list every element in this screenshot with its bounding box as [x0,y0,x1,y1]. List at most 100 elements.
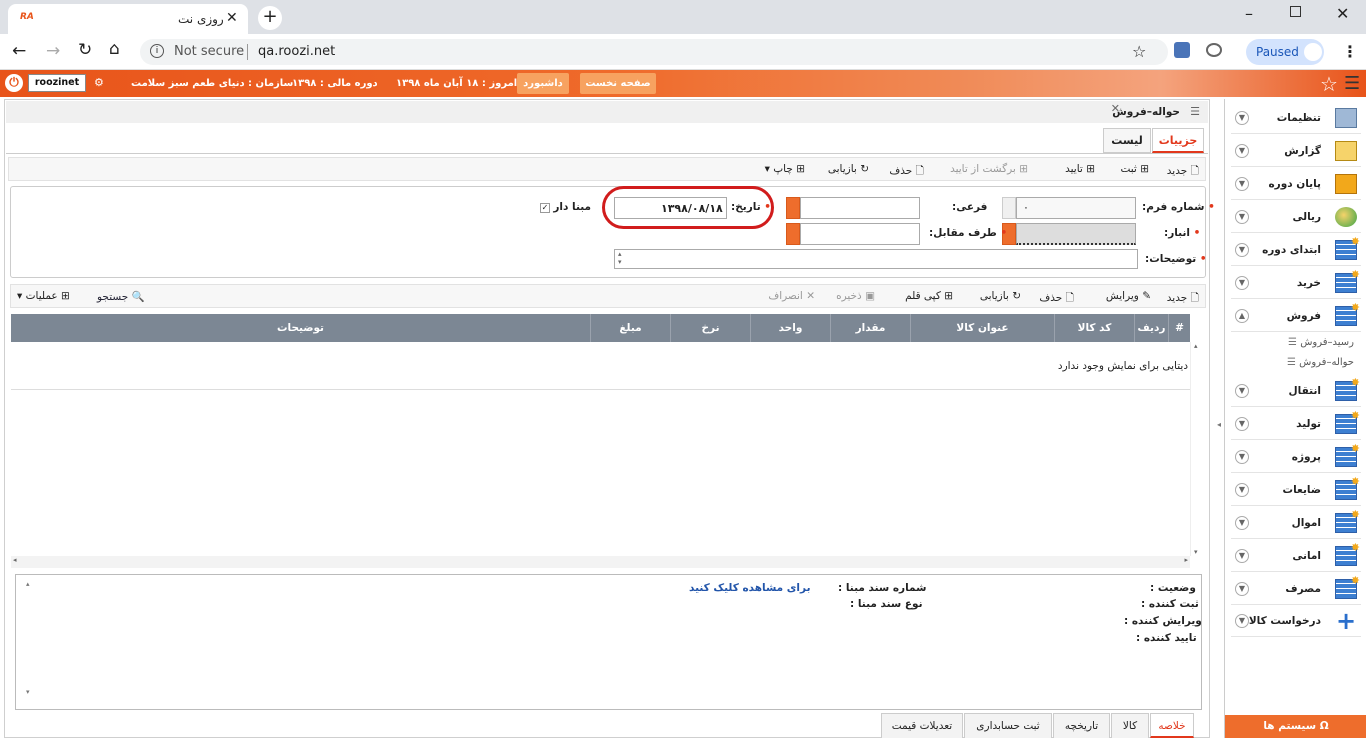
form-no-input[interactable]: ۰ [1016,197,1136,219]
sidebar-item-12[interactable]: ✸ امانی ▼ [1231,540,1361,572]
view-source-link[interactable]: برای مشاهده کلیک کنید [689,582,811,594]
extension-icon[interactable] [1174,42,1190,58]
sidebar-item-3[interactable]: ریالی ▼ [1231,201,1361,233]
chevron-down-icon[interactable]: ▼ [1235,384,1249,398]
tab-details[interactable]: جزییات [1152,128,1204,153]
close-window-icon[interactable]: ✕ [1336,4,1349,23]
power-icon[interactable]: ⏻ [5,74,23,92]
sidebar-subitem-1[interactable]: حواله–فروش ☰ [1287,357,1354,368]
browser-menu-icon[interactable]: ⋮ [1342,42,1358,61]
grid-refresh-button[interactable]: ↻ بازیابی [980,290,1021,302]
home-page-button[interactable]: صفحه نخست [580,73,656,94]
forward-icon[interactable]: → [46,41,60,61]
sidebar-item-2[interactable]: پایان دوره ▼ [1231,168,1361,200]
warehouse-select[interactable] [1016,223,1136,245]
bottom-tab-price-adjust[interactable]: تعدیلات قیمت [881,713,963,738]
chevron-down-icon[interactable]: ▼ [1235,144,1249,158]
print-button[interactable]: ⊞ چاپ ▾ [765,163,805,175]
extension-eye-icon[interactable] [1206,43,1222,57]
col-item-code[interactable]: کد کالا [1054,314,1134,342]
party-dropdown-icon[interactable] [786,223,800,245]
header-settings-icon[interactable]: ⚙ [94,76,104,89]
bottom-tab-summary[interactable]: خلاصه [1150,713,1194,738]
page-close-icon[interactable]: ✕ [1111,102,1120,115]
sidebar-item-14[interactable]: + درخواست کالا ▼ [1231,605,1361,637]
chevron-down-icon[interactable]: ▼ [1235,276,1249,290]
minimize-icon[interactable]: – [1245,4,1253,23]
sidebar-item-0[interactable]: تنظیمات ▼ [1231,102,1361,134]
system-menu-button[interactable]: Ω سیستم ها [1225,715,1366,738]
grid-copy-button[interactable]: ⊞ کپی قلم [905,290,953,302]
browser-tab[interactable]: RA روزی نت ✕ [8,4,248,34]
sidebar-item-5[interactable]: ✸ خرید ▼ [1231,267,1361,299]
grid-delete-button[interactable]: 🗋 حذف [1039,290,1074,308]
col-item-title[interactable]: عنوان کالا [910,314,1054,342]
dashboard-button[interactable]: داشبورد [517,73,569,94]
revert-confirm-button[interactable]: ⊞ برگشت از تایید [950,163,1028,175]
chevron-down-icon[interactable]: ▼ [1235,417,1249,431]
username-box[interactable]: roozinet [28,74,86,92]
tab-list[interactable]: لیست [1103,128,1151,153]
chevron-down-icon[interactable]: ▼ [1235,177,1249,191]
bottom-tab-items[interactable]: کالا [1111,713,1149,738]
back-icon[interactable]: ← [12,41,26,61]
chevron-down-icon[interactable]: ▼ [1235,210,1249,224]
bookmark-star-icon[interactable]: ☆ [1132,42,1146,61]
sidebar-subitem-0[interactable]: رسید–فروش ☰ [1288,337,1354,348]
sidebar-item-11[interactable]: ✸ اموال ▼ [1231,507,1361,539]
sub-no-input[interactable] [800,197,920,219]
bottom-tab-history[interactable]: تاریخچه [1053,713,1110,738]
col-amount[interactable]: مبلغ [590,314,670,342]
chevron-down-icon[interactable]: ▼ [1235,483,1249,497]
chevron-down-icon[interactable]: ▼ [1235,111,1249,125]
favorite-star-icon[interactable]: ☆ [1320,72,1338,96]
grid-search-button[interactable]: 🔍 جستجو [97,290,145,303]
chevron-down-icon[interactable]: ▼ [1235,516,1249,530]
chevron-down-icon[interactable]: ▼ [1235,243,1249,257]
grid-save-button[interactable]: ▣ ذخیره [836,290,875,302]
form-no-spinner[interactable] [1002,197,1016,219]
sidebar-item-1[interactable]: گزارش ▼ [1231,135,1361,167]
col-desc[interactable]: توضیحات [11,314,590,342]
based-checkbox[interactable]: ✓ [540,203,550,213]
col-row[interactable]: ردیف [1134,314,1168,342]
col-hash[interactable]: # [1168,314,1190,342]
summary-scrollbar[interactable]: ▴ ▾ [26,580,36,696]
grid-vertical-scrollbar[interactable]: ▴ ▾ [1190,342,1204,556]
grid-edit-button[interactable]: ✎ ویرایش [1106,290,1151,302]
sidebar-item-7[interactable]: ✸ انتقال ▼ [1231,375,1361,407]
col-qty[interactable]: مقدار [830,314,910,342]
grid-cancel-button[interactable]: ✕ انصراف [768,290,815,302]
new-button[interactable]: 🗋 جدید [1167,163,1199,181]
sidebar-item-8[interactable]: ✸ تولید ▼ [1231,408,1361,440]
col-unit[interactable]: واحد [750,314,830,342]
restore-icon[interactable] [1290,6,1301,17]
grid-ops-button[interactable]: ⊞ عملیات ▾ [17,290,70,302]
reload-icon[interactable]: ↻ [78,40,92,60]
chevron-down-icon[interactable]: ▼ [1235,450,1249,464]
sidebar-item-6[interactable]: ✸ فروش ▲ [1231,300,1361,332]
bottom-tab-accounting[interactable]: ثبت حسابداری [964,713,1052,738]
sub-no-spinner[interactable] [786,197,800,219]
confirm-button[interactable]: ⊞ تایید [1065,163,1095,175]
chevron-down-icon[interactable]: ▼ [1235,582,1249,596]
home-icon[interactable]: ⌂ [109,39,120,59]
refresh-button[interactable]: ↻ بازیابی [828,163,869,175]
address-bar[interactable]: i Not secure qa.roozi.net ☆ [140,39,1168,65]
col-rate[interactable]: نرخ [670,314,750,342]
paused-profile-button[interactable]: Paused [1246,39,1324,65]
delete-button[interactable]: 🗋 حذف [889,163,924,181]
desc-textarea[interactable]: ▴ ▾ [614,249,1138,269]
chevron-down-icon[interactable]: ▼ [1235,614,1249,628]
sidebar-item-4[interactable]: ✸ ابتدای دوره ▼ [1231,234,1361,266]
tab-close-icon[interactable]: ✕ [226,10,238,26]
chevron-down-icon[interactable]: ▼ [1235,549,1249,563]
hamburger-icon[interactable]: ☰ [1344,73,1360,94]
sidebar-collapse-handle[interactable]: ◂ [1217,420,1221,429]
grid-horizontal-scrollbar[interactable]: ◂ ▸ [11,556,1190,568]
sidebar-item-13[interactable]: ✸ مصرف ▼ [1231,573,1361,605]
party-select[interactable] [800,223,920,245]
new-tab-icon[interactable]: + [258,6,282,30]
sidebar-item-9[interactable]: ✸ پروژه ▼ [1231,441,1361,473]
save-button[interactable]: ⊞ ثبت [1120,163,1149,175]
